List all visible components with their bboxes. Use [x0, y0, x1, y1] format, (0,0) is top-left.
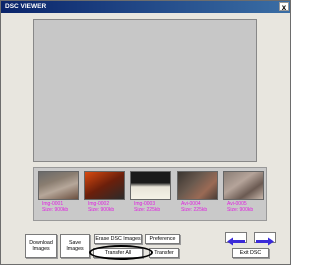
thumbnail-item[interactable]: Img-0002 Size: 900kb: [84, 171, 125, 218]
thumbnail-size: Size: 900kb: [227, 207, 254, 213]
preference-button[interactable]: Preference: [145, 234, 180, 244]
transfer-button[interactable]: Transfer: [149, 248, 179, 258]
thumbnail-item[interactable]: Avi-0004 Size: 225kb: [177, 171, 218, 218]
thumbnail-image: [38, 171, 79, 200]
thumbnail-image: [223, 171, 264, 200]
thumbnail-size: Size: 900kb: [88, 207, 115, 213]
thumbnail-item[interactable]: Avi-0005 Size: 900kb: [223, 171, 264, 218]
exit-dsc-button[interactable]: Exit DSC: [232, 248, 269, 258]
thumbnail-image: [84, 171, 125, 200]
next-button[interactable]: [254, 232, 276, 246]
close-button[interactable]: x: [279, 2, 289, 12]
thumbnail-item[interactable]: Img-0003 Size: 225kb: [130, 171, 171, 218]
title-bar: DSC VIEWER x: [1, 1, 290, 13]
dsc-viewer-window: DSC VIEWER x Img-0001 Size: 900kb Img-00…: [0, 0, 291, 265]
thumbnail-size: Size: 900kb: [42, 207, 69, 213]
thumbnail-item[interactable]: Img-0001 Size: 900kb: [38, 171, 79, 218]
thumbnail-size: Size: 225kb: [134, 207, 161, 213]
previous-button[interactable]: [225, 232, 247, 246]
right-arrow-icon: [256, 237, 274, 246]
thumbnail-strip: Img-0001 Size: 900kb Img-0002 Size: 900k…: [33, 167, 267, 221]
left-arrow-icon: [227, 237, 245, 246]
transfer-all-button[interactable]: Transfer All: [93, 248, 143, 258]
thumbnail-image: [177, 171, 218, 200]
thumbnail-image: [130, 171, 171, 200]
image-preview-area: [33, 19, 257, 162]
erase-dsc-images-button[interactable]: Erase DSC Images: [94, 234, 142, 244]
download-images-button[interactable]: Download Images: [25, 234, 57, 258]
save-images-button[interactable]: Save Images: [60, 234, 90, 258]
window-title: DSC VIEWER: [5, 3, 47, 10]
thumbnail-size: Size: 225kb: [181, 207, 208, 213]
